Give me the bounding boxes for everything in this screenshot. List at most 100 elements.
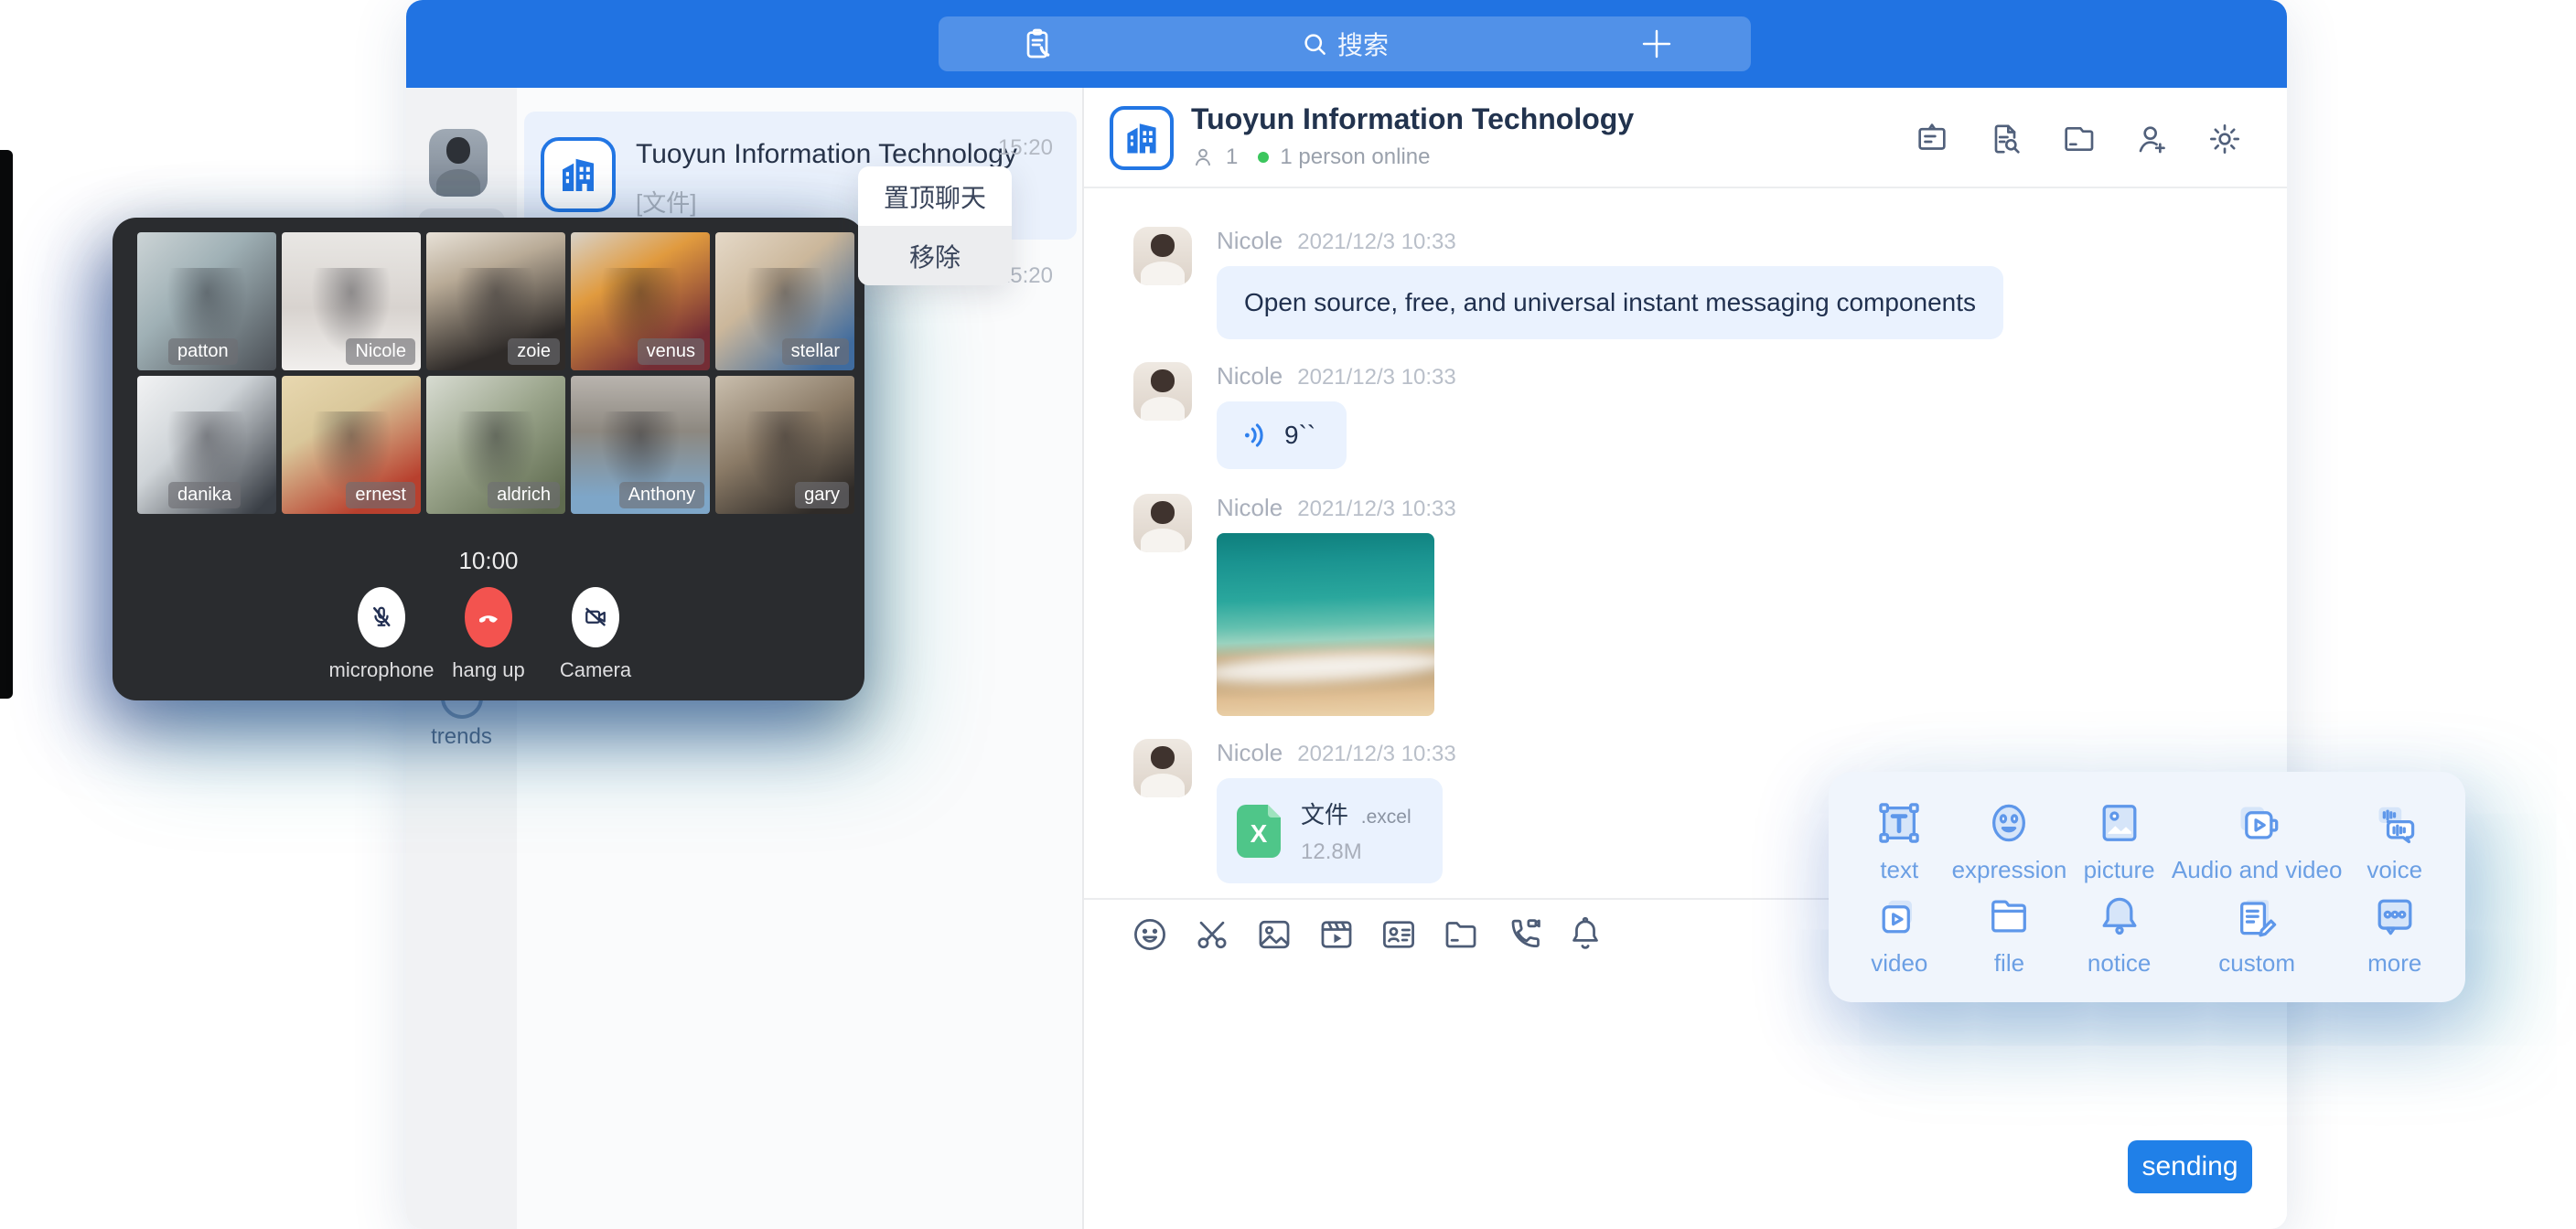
panel-item-more[interactable]: more <box>2342 887 2447 980</box>
online-dot <box>1258 152 1269 163</box>
participant-name: stellar <box>782 338 849 365</box>
excel-file-icon <box>1237 805 1281 858</box>
video-call-window: patton Nicole zoie venus stellar danika … <box>113 218 864 700</box>
camera-mute-button[interactable] <box>572 587 619 647</box>
camera-muted-icon <box>582 604 609 631</box>
participant-name: danika <box>168 482 241 508</box>
participant-name: Anthony <box>619 482 704 508</box>
notice-board-icon[interactable] <box>1914 121 1950 157</box>
files-icon[interactable] <box>2060 121 2097 157</box>
chat-subtitle: 1 1 person online <box>1191 144 1430 170</box>
participant-tile: ernest <box>282 376 421 514</box>
participant-name: aldrich <box>488 482 560 508</box>
message-time: 2021/12/3 10:33 <box>1297 365 1456 390</box>
control-label: Camera <box>560 658 631 682</box>
app-topbar: 搜索 <box>406 0 2287 88</box>
sender-avatar <box>1133 494 1192 552</box>
image-message-beach[interactable] <box>1217 533 1434 716</box>
member-count: 1 <box>1226 144 1238 170</box>
sender-avatar <box>1133 227 1192 285</box>
hang-up-button[interactable] <box>465 587 512 647</box>
microphone-mute-button[interactable] <box>358 587 405 647</box>
folder-icon[interactable] <box>1441 914 1481 955</box>
sender-avatar <box>1133 362 1192 421</box>
menu-item-pin-chat[interactable]: 置顶聊天 <box>858 166 1012 226</box>
sender-name: Nicole <box>1217 739 1283 767</box>
online-status: 1 person online <box>1280 144 1430 170</box>
conversation-preview: [文件] <box>636 185 696 219</box>
voice-wave-icon <box>1240 420 1272 451</box>
panel-item-notice[interactable]: notice <box>2066 887 2172 980</box>
participant-name: ernest <box>346 482 415 508</box>
notice-bell-icon <box>2094 891 2145 942</box>
participant-name: Nicole <box>346 338 415 365</box>
chat-title: Tuoyun Information Technology <box>1191 102 1634 136</box>
participant-tile: danika <box>137 376 276 514</box>
audio-video-icon <box>2231 797 2282 849</box>
trends-label: trends <box>406 724 517 750</box>
expression-icon <box>1983 797 2034 849</box>
voice-call-icon[interactable] <box>1503 914 1543 955</box>
user-avatar[interactable] <box>429 129 488 197</box>
file-name: 文件 <box>1301 801 1348 828</box>
sender-name: Nicole <box>1217 362 1283 390</box>
panel-item-voice[interactable]: voice <box>2342 794 2447 887</box>
voice-icon <box>2369 797 2420 849</box>
file-size: 12.8M <box>1301 839 1411 865</box>
sender-name: Nicole <box>1217 494 1283 522</box>
emoji-icon[interactable] <box>1130 914 1170 955</box>
control-label: microphone <box>329 658 435 682</box>
participant-name: patton <box>168 338 238 365</box>
text-message-bubble[interactable]: Open source, free, and universal instant… <box>1217 266 2003 339</box>
message-time: 2021/12/3 10:33 <box>1297 230 1456 255</box>
screenshot-scissors-icon[interactable] <box>1192 914 1232 955</box>
panel-item-expression[interactable]: expression <box>1952 794 2067 887</box>
panel-item-text[interactable]: text <box>1847 794 1952 887</box>
panel-item-file[interactable]: file <box>1952 887 2067 980</box>
participant-tile: aldrich <box>426 376 565 514</box>
conversation-time: 15:20 <box>998 135 1053 161</box>
panel-item-video[interactable]: video <box>1847 887 1952 980</box>
search-bar[interactable]: 搜索 <box>939 16 1751 71</box>
participant-name: gary <box>795 482 849 508</box>
participant-tile: Anthony <box>571 376 710 514</box>
panel-item-picture[interactable]: picture <box>2066 794 2172 887</box>
panel-item-custom[interactable]: custom <box>2172 887 2342 980</box>
participant-tile: venus <box>571 232 710 370</box>
contact-card-icon[interactable] <box>1379 914 1419 955</box>
custom-message-icon <box>2231 891 2282 942</box>
add-member-icon[interactable] <box>2133 121 2170 157</box>
message-time: 2021/12/3 10:33 <box>1297 742 1456 767</box>
participant-name: venus <box>638 338 704 365</box>
chat-header-actions <box>1914 121 2243 157</box>
company-group-icon <box>1110 106 1174 170</box>
file-message-bubble[interactable]: 文件 .excel 12.8M <box>1217 778 1443 883</box>
settings-gear-icon[interactable] <box>2206 121 2243 157</box>
notification-bell-icon[interactable] <box>1565 914 1605 955</box>
message: Nicole 2021/12/3 10:33 9`` <box>1133 362 1192 421</box>
chat-record-search-icon[interactable] <box>1987 121 2023 157</box>
add-icon[interactable] <box>1637 25 1676 68</box>
send-button[interactable]: sending <box>2128 1140 2252 1193</box>
background-strip <box>0 150 13 699</box>
control-label: hang up <box>452 658 525 682</box>
message-type-panel: text expression picture <box>1829 772 2465 1002</box>
picture-icon[interactable] <box>1254 914 1294 955</box>
voice-message-bubble[interactable]: 9`` <box>1217 401 1347 469</box>
conversation-context-menu: 置顶聊天 移除 <box>858 166 1012 285</box>
text-icon <box>1873 797 1925 849</box>
video-icon <box>1873 891 1925 942</box>
message: Nicole 2021/12/3 10:33 <box>1133 494 1192 552</box>
conversation-title: Tuoyun Information Technology <box>636 139 1017 170</box>
search-input[interactable]: 搜索 <box>939 16 1751 71</box>
participant-tile: zoie <box>426 232 565 370</box>
company-group-icon <box>541 137 616 212</box>
video-clapper-icon[interactable] <box>1316 914 1357 955</box>
participant-tile: stellar <box>715 232 854 370</box>
menu-item-remove[interactable]: 移除 <box>858 226 1012 285</box>
participant-grid: patton Nicole zoie venus stellar danika … <box>137 232 854 514</box>
participant-name: zoie <box>508 338 560 365</box>
panel-item-audio-video[interactable]: Audio and video <box>2172 794 2342 887</box>
search-icon <box>1301 30 1328 58</box>
file-extension: .excel <box>1361 807 1411 828</box>
